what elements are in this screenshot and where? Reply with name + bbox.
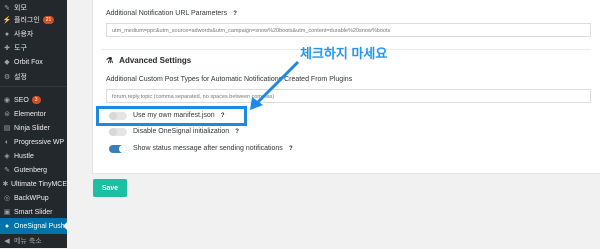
elementor-icon: ⊜ [4, 111, 10, 118]
update-count-badge: 21 [42, 16, 55, 24]
sidebar-item-label: Progressive WP [14, 138, 65, 146]
custom-post-types-label: Additional Custom Post Types for Automat… [106, 76, 353, 83]
sidebar-item-label: 도구 [14, 45, 27, 52]
fox-icon: ◆ [4, 59, 10, 66]
settings-panel: Additional Notification URL Parameters? … [92, 0, 600, 174]
sidebar-separator [0, 86, 67, 87]
status-message-label: Show status message after sending notifi… [133, 145, 295, 153]
sidebar-item-label: Ninja Slider [14, 124, 50, 132]
backup-icon: ◎ [3, 195, 11, 202]
sidebar-item-onesignal-push[interactable]: ● OneSignal Push [0, 218, 67, 234]
sidebar-item-settings[interactable]: ⚙ 설정 [0, 69, 67, 85]
disable-onesignal-toggle[interactable] [109, 128, 127, 136]
collapse-icon: ◀ [4, 238, 10, 245]
smart-slider-icon: ▣ [3, 209, 11, 216]
onesignal-icon: ● [4, 222, 10, 230]
sidebar-item-label: 설정 [14, 74, 27, 81]
hustle-icon: ◈ [4, 153, 10, 160]
sidebar-item-label: 메뉴 축소 [14, 238, 42, 245]
sidebar-item-label: Orbit Fox [14, 58, 43, 66]
gutenberg-icon: ✎ [4, 167, 10, 174]
sidebar-item-label: Hustle [14, 152, 34, 160]
highlight-box [96, 106, 247, 126]
sidebar-item-label: 사용자 [14, 31, 34, 38]
current-page-arrow [63, 222, 67, 230]
sidebar-item-label: SEO [14, 96, 29, 104]
wrench-icon: ✚ [4, 45, 10, 52]
sidebar-item-label: Smart Slider [14, 208, 53, 216]
seo-icon: ◉ [3, 97, 11, 104]
brush-icon: ✎ [4, 5, 10, 12]
notification-url-label: Additional Notification URL Parameters? [106, 10, 239, 18]
sidebar-item-label: Ultimate TinyMCE [10, 180, 67, 188]
custom-post-types-input[interactable]: forum,reply,topic (comma separated, no s… [106, 89, 591, 103]
toggle-knob [119, 145, 127, 153]
flask-icon: ⚗ [106, 56, 114, 65]
annotation-text: 체크하지 마세요 [300, 46, 388, 61]
help-icon[interactable]: ? [287, 145, 295, 153]
slider-icon: ▤ [3, 125, 11, 132]
sidebar-item-label: Elementor [14, 110, 46, 118]
sidebar-item-label: OneSignal Push [14, 222, 65, 230]
status-message-toggle[interactable] [109, 145, 127, 153]
help-icon[interactable]: ? [231, 10, 239, 18]
help-icon[interactable]: ? [233, 128, 241, 136]
seo-count-badge: 3 [31, 96, 41, 104]
sidebar-item-label: BackWPup [14, 194, 49, 202]
settings-icon: ⚙ [3, 74, 11, 81]
advanced-settings-heading: ⚗ Advanced Settings [106, 56, 192, 65]
notification-url-input[interactable]: utm_medium=ppc&utm_source=adwords&utm_ca… [106, 23, 591, 37]
sidebar-collapse-menu[interactable]: ◀ 메뉴 축소 [0, 233, 67, 249]
progressive-icon: ◐ [4, 138, 10, 146]
plug-icon: ⚡ [2, 17, 12, 24]
save-button[interactable]: Save [93, 179, 127, 197]
toggle-knob [109, 128, 117, 136]
user-icon: ● [4, 30, 10, 38]
sidebar-item-label: 플러그인 [14, 17, 40, 24]
disable-onesignal-label: Disable OneSignal initialization? [133, 128, 241, 136]
tinymce-icon: ✱ [2, 181, 9, 188]
sidebar-item-label: Gutenberg [14, 166, 48, 174]
admin-sidebar: ✎ 외모 ⚡ 플러그인 21 ● 사용자 ✚ 도구 ◆ Orbit Fox ⚙ … [0, 0, 67, 248]
sidebar-item-orbit-fox[interactable]: ◆ Orbit Fox [0, 54, 67, 70]
